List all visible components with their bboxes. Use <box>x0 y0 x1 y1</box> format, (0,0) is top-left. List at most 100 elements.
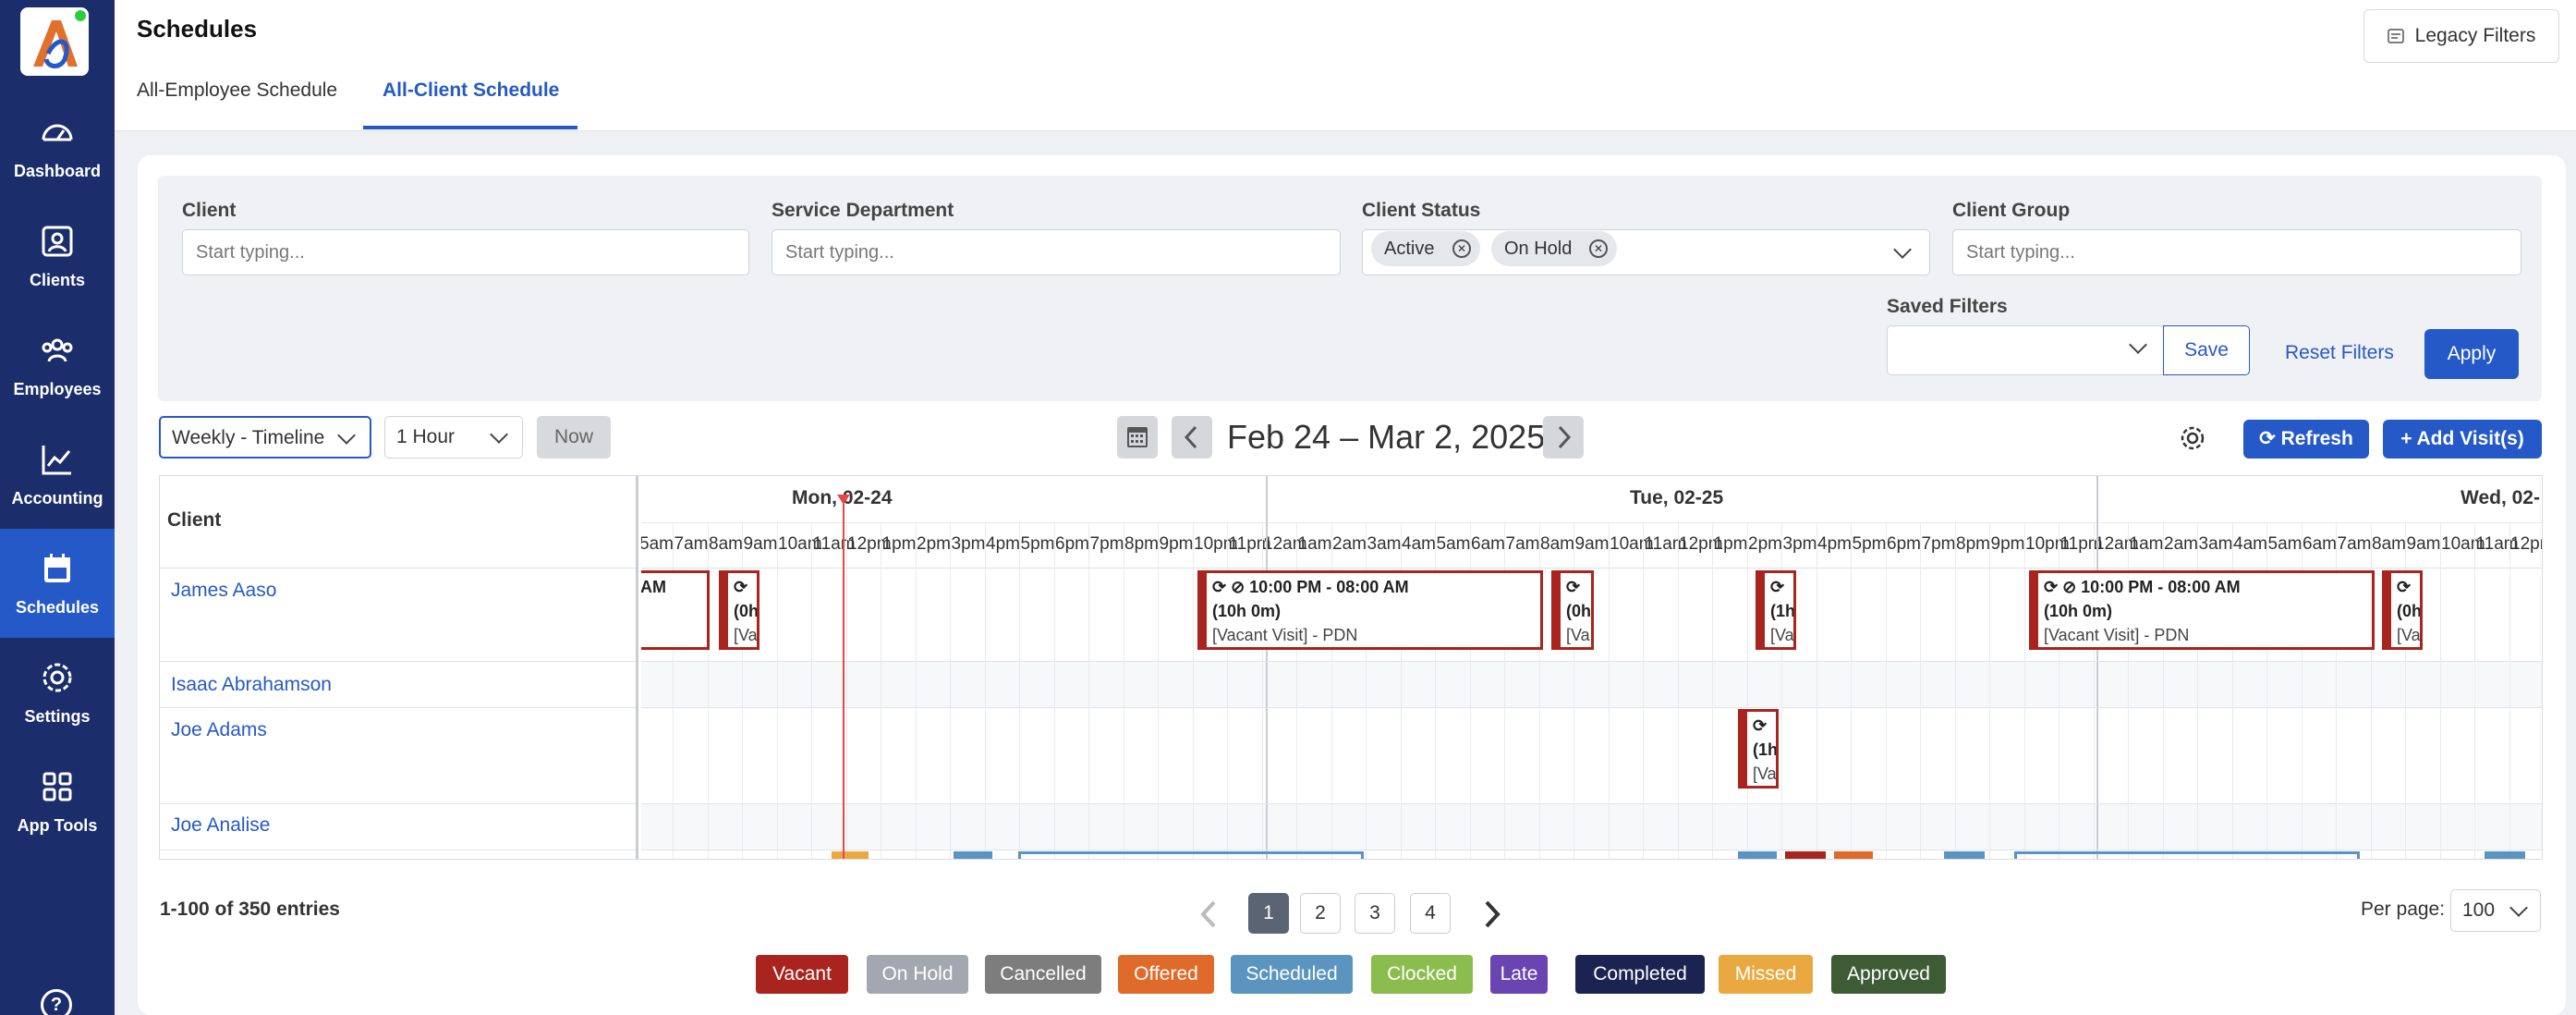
visit-block[interactable] <box>832 851 869 859</box>
timeline[interactable]: 5am 7am 8am 9am 10am 11am 12pm 1pm 2pm 3pm 4pm 5pm 6… <box>641 476 2542 859</box>
legacy-filters-button[interactable]: Legacy Filters <box>2363 9 2559 63</box>
visit-block[interactable] <box>1834 851 1873 859</box>
legend-cancelled: Cancelled <box>985 955 1101 994</box>
hour-label: 2am <box>1332 534 1367 554</box>
sidebar-item-settings[interactable]: Settings <box>0 638 115 747</box>
help-icon[interactable]: ? <box>41 989 72 1015</box>
apply-button[interactable]: Apply <box>2424 329 2519 379</box>
legend-offered: Offered <box>1118 955 1214 994</box>
page-button[interactable]: 4 <box>1410 893 1451 934</box>
client-name-link[interactable]: Joe Adams <box>171 719 267 741</box>
row-divider <box>641 707 2542 708</box>
prev-week-button[interactable] <box>1172 416 1212 459</box>
reset-filters-link[interactable]: Reset Filters <box>2285 342 2394 364</box>
current-time-line <box>843 504 844 859</box>
hour-label: 2am <box>2164 534 2198 554</box>
date-range-title: Feb 24 – Mar 2, 2025 <box>1227 418 1546 456</box>
visit-block[interactable] <box>1944 851 1985 859</box>
visit-block[interactable]: ⟳ (1h [Va <box>1738 709 1779 789</box>
grid-icon <box>43 772 72 801</box>
client-filter-input[interactable]: Start typing... <box>182 229 749 275</box>
sidebar-item-app-tools[interactable]: App Tools <box>0 747 115 856</box>
hour-label: 8am <box>2372 534 2406 554</box>
hour-label: 4am <box>2233 534 2267 554</box>
client-name-link[interactable]: James Aaso <box>171 580 276 602</box>
refresh-button[interactable]: ⟳ Refresh <box>2243 420 2369 459</box>
hour-gridline <box>1088 522 1089 859</box>
interval-select[interactable]: 1 Hour <box>384 416 523 459</box>
sidebar-item-label: Employees <box>13 379 102 398</box>
hour-label: 7pm <box>1921 534 1956 554</box>
prev-page-icon[interactable] <box>1197 899 1220 930</box>
hour-label: 1pm <box>1713 534 1748 554</box>
visit-block[interactable]: ⟳ ⊘ 10:00 PM - 08:00 AM (10h 0m) [Vacant V… <box>2029 570 2375 650</box>
sidebar-item-clients[interactable]: Clients <box>0 202 115 311</box>
client-name-link[interactable]: Joe Analise <box>171 814 270 837</box>
hour-gridline <box>915 522 917 859</box>
sidebar-item-accounting[interactable]: Accounting <box>0 420 115 529</box>
sidebar-item-dashboard[interactable]: Dashboard <box>0 92 115 202</box>
next-week-button[interactable] <box>1543 416 1584 459</box>
visit-block[interactable]: AM <box>641 570 710 650</box>
chart-icon <box>42 445 71 474</box>
row-divider <box>160 661 636 662</box>
status-chip-on-hold[interactable]: On Hold ✕ <box>1491 231 1617 266</box>
hour-gridline <box>950 522 951 859</box>
hour-gridline <box>1643 522 1644 859</box>
page-button[interactable]: 2 <box>1300 893 1341 934</box>
client-column-header: Client <box>160 476 636 569</box>
visit-duration: (10h 0m) <box>2044 602 2113 620</box>
next-page-icon[interactable] <box>1481 899 1503 930</box>
per-page-select[interactable]: 100 <box>2450 889 2541 932</box>
saved-filters-select[interactable] <box>1887 325 2164 375</box>
hour-gridline <box>1712 522 1713 859</box>
view-select[interactable]: Weekly - Timeline <box>159 416 371 459</box>
page-button[interactable]: 3 <box>1355 893 1395 934</box>
hour-gridline <box>1885 522 1887 859</box>
visit-block[interactable]: ⟳ (0h [Va <box>1551 570 1594 650</box>
client-group-input[interactable]: Start typing... <box>1952 229 2521 275</box>
hour-label: 5am <box>2267 534 2303 554</box>
sidebar-item-schedules[interactable]: Schedules <box>0 529 115 638</box>
visit-block[interactable] <box>1018 851 1364 859</box>
hour-label: 9pm <box>1159 534 1194 554</box>
date-picker-button[interactable] <box>1117 416 1158 459</box>
visit-block[interactable]: ⟳ (0h [Va <box>2382 570 2423 650</box>
visit-block[interactable]: ⟳ (1h [Va <box>1756 570 1796 650</box>
chip-label: On Hold <box>1504 238 1573 259</box>
settings-gear-icon[interactable] <box>2179 424 2206 452</box>
status-chip-active[interactable]: Active ✕ <box>1371 231 1480 266</box>
visit-block[interactable]: ⟳ (0h [Va <box>719 570 759 650</box>
service-department-input[interactable]: Start typing... <box>772 229 1341 275</box>
page-button[interactable]: 1 <box>1248 893 1289 934</box>
online-indicator <box>75 10 86 21</box>
per-page-value: 100 <box>2462 899 2496 921</box>
visit-block[interactable] <box>1785 851 1826 859</box>
now-button[interactable]: Now <box>537 416 611 459</box>
client-header-label: Client <box>167 509 222 531</box>
tab-all-employee-schedule[interactable]: All-Employee Schedule <box>137 79 337 102</box>
visit-block[interactable] <box>1738 851 1777 859</box>
client-name-link[interactable]: Isaac Abrahamson <box>171 674 332 696</box>
add-visit-button[interactable]: + Add Visit(s) <box>2383 420 2542 459</box>
people-icon <box>42 338 73 362</box>
app-logo[interactable] <box>20 7 89 76</box>
hour-label: 12pm <box>2510 534 2542 554</box>
row-divider <box>641 661 2542 662</box>
visit-block[interactable] <box>2014 851 2360 859</box>
hour-gridline <box>1954 522 1956 859</box>
visit-block[interactable]: ⟳ ⊘ 10:00 PM - 08:00 AM (10h 0m) [Vacant V… <box>1197 570 1543 650</box>
client-group-label: Client Group <box>1952 200 2071 221</box>
legend-missed: Missed <box>1719 955 1813 994</box>
save-filter-button[interactable]: Save <box>2163 325 2250 375</box>
hour-label: 8pm <box>1956 534 1990 554</box>
remove-chip-icon[interactable]: ✕ <box>1452 239 1471 258</box>
visit-duration: (0h <box>734 602 759 620</box>
sidebar-item-label: Accounting <box>11 488 103 508</box>
sidebar-item-employees[interactable]: Employees <box>0 311 115 420</box>
remove-chip-icon[interactable]: ✕ <box>1589 239 1608 258</box>
visit-block[interactable] <box>2485 851 2525 859</box>
legend-scheduled: Scheduled <box>1231 955 1353 994</box>
visit-block[interactable] <box>954 851 992 859</box>
tab-all-client-schedule[interactable]: All-Client Schedule <box>383 79 559 102</box>
